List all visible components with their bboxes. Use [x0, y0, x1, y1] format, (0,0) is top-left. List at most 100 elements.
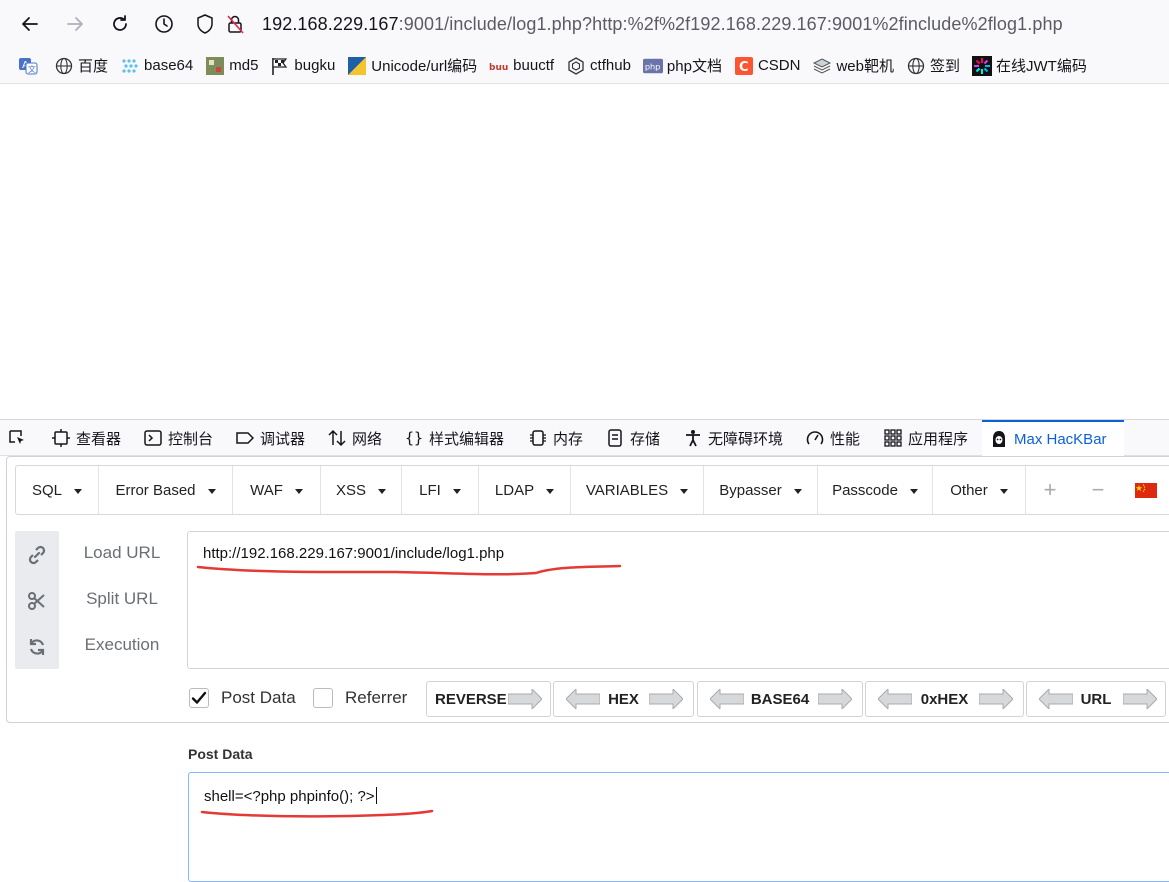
- bookmark-label: bugku: [294, 57, 336, 74]
- pick-element-button[interactable]: [8, 420, 32, 456]
- bookmark-signin[interactable]: 签到: [900, 52, 966, 80]
- url-encode-button[interactable]: URL: [1026, 681, 1166, 717]
- refresh-icon[interactable]: [27, 637, 47, 657]
- menu-ldap[interactable]: LDAP: [479, 466, 571, 514]
- link-icon[interactable]: [27, 545, 47, 565]
- reload-button[interactable]: [104, 8, 136, 40]
- globe-icon: [54, 56, 74, 76]
- menu-sql[interactable]: SQL: [16, 466, 99, 514]
- debugger-icon: [236, 432, 254, 444]
- bookmark-translate[interactable]: A文: [12, 52, 48, 80]
- tab-label: 无障碍环境: [708, 430, 784, 448]
- menu-label: Bypasser: [719, 481, 782, 499]
- increase-button[interactable]: +: [1026, 466, 1074, 514]
- bookmark-web-target[interactable]: web靶机: [806, 52, 900, 80]
- 0xhex-button[interactable]: 0xHEX: [865, 681, 1024, 717]
- decrease-button[interactable]: −: [1074, 466, 1122, 514]
- devtools-toolbar: 查看器 控制台 调试器 网络 {} 样式编辑器 内存 存储 无障碍环境 性能 应…: [0, 419, 1169, 456]
- menu-waf[interactable]: WAF: [233, 466, 321, 514]
- bookmark-label: buuctf: [513, 57, 555, 74]
- bookmark-php-docs[interactable]: php php文档: [637, 52, 728, 80]
- arrow-left-icon: [1039, 689, 1073, 709]
- menu-bypasser[interactable]: Bypasser: [704, 466, 818, 514]
- execution-button[interactable]: Execution: [67, 635, 177, 655]
- memory-icon: [530, 430, 546, 446]
- menu-passcode[interactable]: Passcode: [818, 466, 933, 514]
- tab-performance[interactable]: 性能: [806, 420, 860, 456]
- tab-label: 应用程序: [908, 430, 969, 448]
- bookmark-ctfhub[interactable]: ctfhub: [560, 52, 637, 80]
- encoder-label: HEX: [608, 690, 639, 708]
- insecure-lock-icon[interactable]: [220, 4, 250, 44]
- checkbox-unchecked[interactable]: [313, 688, 333, 708]
- bookmark-bugku[interactable]: bugku: [264, 52, 341, 80]
- tab-network[interactable]: 网络: [328, 420, 382, 456]
- hex-button[interactable]: HEX: [553, 681, 694, 717]
- shield-icon[interactable]: [190, 4, 220, 44]
- layers-icon: [812, 56, 832, 76]
- post-data-text: shell=<?php phpinfo(); ?>: [204, 788, 375, 805]
- tab-style-editor[interactable]: {} 样式编辑器: [405, 420, 504, 456]
- post-data-checkbox[interactable]: Post Data: [189, 685, 296, 711]
- checkbox-checked[interactable]: [189, 688, 209, 708]
- side-action-icons: [15, 531, 59, 669]
- bookmark-buuctf[interactable]: buu buuctf: [483, 52, 560, 80]
- arrow-right-icon: [818, 689, 852, 709]
- menu-variables[interactable]: VARIABLES: [571, 466, 704, 514]
- forward-button[interactable]: [59, 8, 91, 40]
- storage-icon: [608, 429, 622, 447]
- arrow-left-icon: [878, 689, 912, 709]
- language-button[interactable]: [1122, 466, 1169, 514]
- bookmark-csdn[interactable]: C CSDN: [728, 52, 807, 80]
- tab-label: 内存: [553, 430, 584, 448]
- svg-text:buu: buu: [489, 63, 508, 73]
- arrow-left-icon: [710, 689, 744, 709]
- forward-arrow-icon: [67, 17, 83, 31]
- menu-error-based[interactable]: Error Based: [99, 466, 233, 514]
- tab-console[interactable]: 控制台: [144, 420, 213, 456]
- tab-storage[interactable]: 存储: [606, 420, 660, 456]
- menu-xss[interactable]: XSS: [321, 466, 402, 514]
- menu-label: VARIABLES: [585, 481, 669, 499]
- post-data-label: Post Data: [188, 746, 253, 762]
- history-button[interactable]: [148, 8, 180, 40]
- performance-icon: [806, 431, 824, 445]
- menu-label: WAF: [250, 481, 283, 499]
- url-textarea[interactable]: http://192.168.229.167:9001/include/log1…: [187, 531, 1169, 669]
- clock-icon: [155, 15, 173, 33]
- tab-inspector[interactable]: 查看器: [52, 420, 121, 456]
- referrer-checkbox[interactable]: Referrer: [313, 685, 407, 711]
- arrow-right-icon: [979, 689, 1013, 709]
- tab-label: 样式编辑器: [429, 430, 505, 448]
- bookmark-jwt[interactable]: 在线JWT编码: [966, 52, 1093, 80]
- reverse-button[interactable]: REVERSE: [426, 681, 551, 717]
- bookmark-baidu[interactable]: 百度: [48, 52, 114, 80]
- svg-text:{}: {}: [405, 429, 423, 447]
- bookmark-base64[interactable]: base64: [114, 52, 199, 80]
- base64-button[interactable]: BASE64: [697, 681, 863, 717]
- bookmark-md5[interactable]: md5: [199, 52, 264, 80]
- bookmark-unicode[interactable]: Unicode/url编码: [341, 52, 483, 80]
- flag-icon: [270, 56, 290, 76]
- page-content: [0, 85, 1169, 419]
- tab-application[interactable]: 应用程序: [884, 420, 968, 456]
- menu-label: XSS: [335, 481, 366, 499]
- address-bar[interactable]: 192.168.229.167:9001/include/log1.php?ht…: [190, 4, 1169, 44]
- load-url-button[interactable]: Load URL: [67, 543, 177, 563]
- back-button[interactable]: [14, 8, 46, 40]
- menu-other[interactable]: Other: [933, 466, 1026, 514]
- caret-down-icon: [74, 488, 82, 494]
- tab-max-hackbar[interactable]: Max HacKBar: [982, 420, 1124, 456]
- tab-memory[interactable]: 内存: [529, 420, 583, 456]
- tab-label: 控制台: [168, 430, 214, 448]
- menu-label: SQL: [31, 481, 62, 499]
- tab-debugger[interactable]: 调试器: [236, 420, 305, 456]
- post-data-textarea[interactable]: shell=<?php phpinfo(); ?>: [188, 772, 1169, 882]
- tab-accessibility[interactable]: 无障碍环境: [684, 420, 783, 456]
- hex-icon: [566, 56, 586, 76]
- menu-lfi[interactable]: LFI: [402, 466, 479, 514]
- checkbox-label: Referrer: [345, 688, 408, 707]
- url-text[interactable]: 192.168.229.167:9001/include/log1.php?ht…: [262, 14, 1063, 35]
- scissors-icon[interactable]: [27, 591, 47, 611]
- split-url-button[interactable]: Split URL: [67, 589, 177, 609]
